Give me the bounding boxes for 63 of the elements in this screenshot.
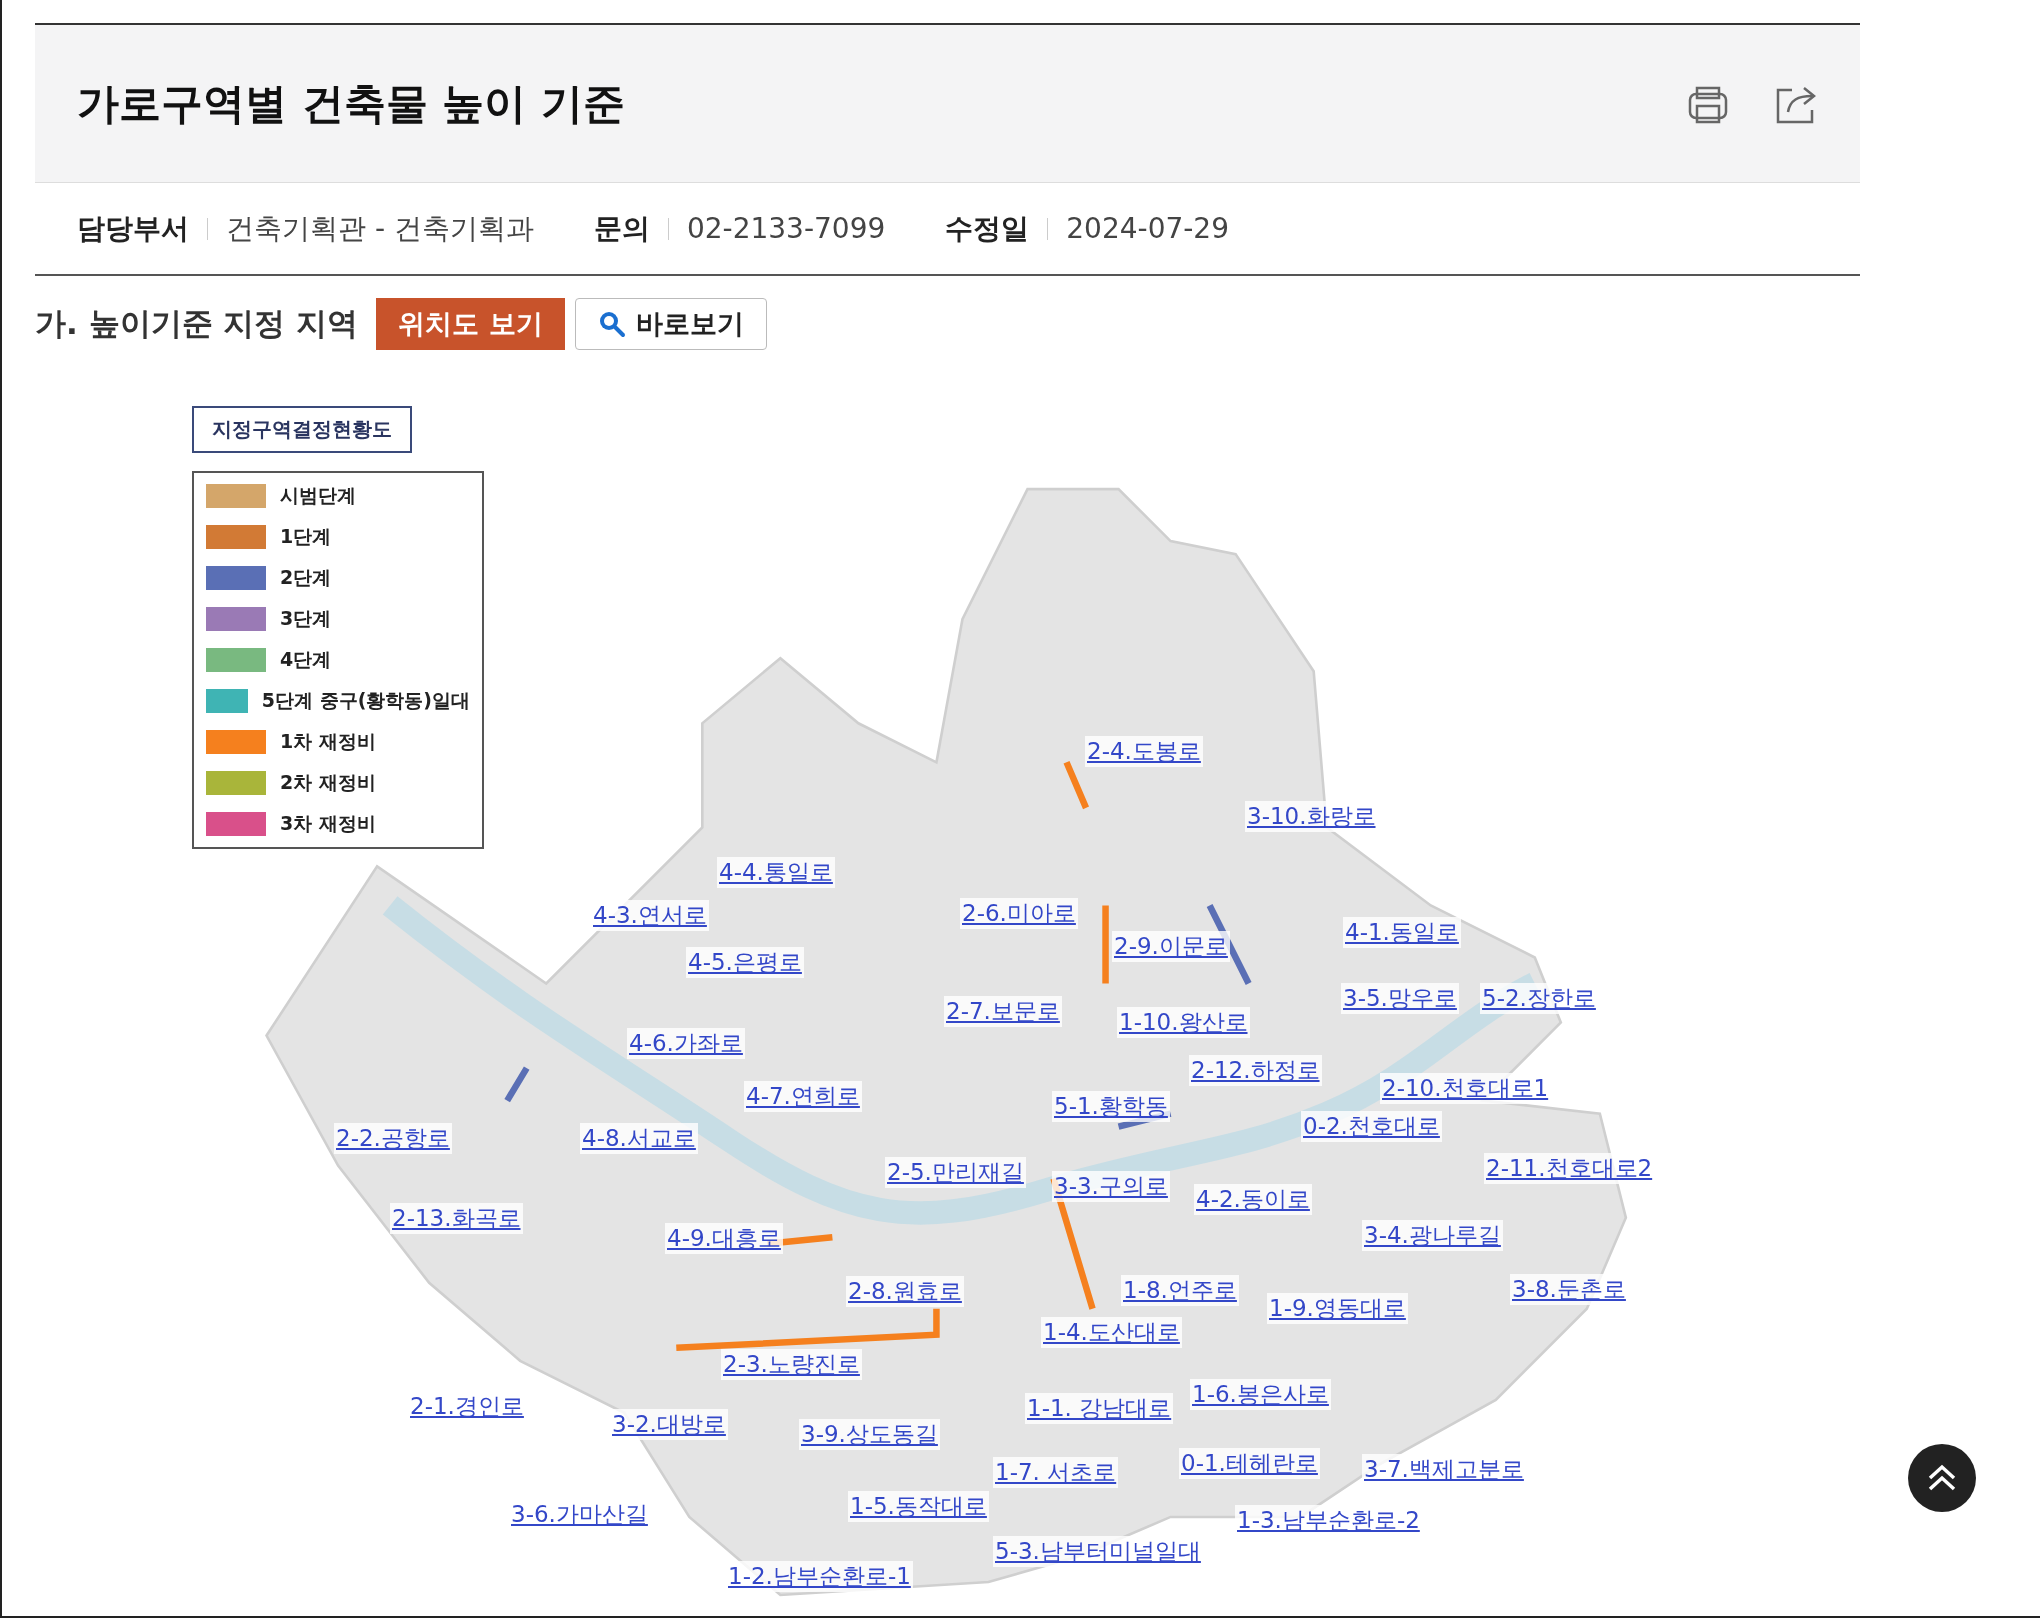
map-link[interactable]: 1-5.동작대로 (848, 1491, 989, 1522)
map-link[interactable]: 4-2.동이로 (1194, 1184, 1312, 1215)
map-link[interactable]: 3-2.대방로 (610, 1409, 728, 1440)
map-link[interactable]: 4-7.연희로 (744, 1081, 862, 1112)
map-link[interactable]: 4-9.대흥로 (665, 1223, 783, 1254)
map-link[interactable]: 4-3.연서로 (591, 900, 709, 931)
map-link[interactable]: 2-4.도봉로 (1085, 736, 1203, 767)
legend-label: 4단계 (280, 647, 332, 672)
legend-label: 3단계 (280, 606, 332, 631)
map-link[interactable]: 2-10.천호대로1 (1380, 1073, 1551, 1104)
map-link[interactable]: 3-5.망우로 (1341, 983, 1459, 1014)
legend-label: 5단계 중구(황학동)일대 (261, 688, 470, 713)
map-link[interactable]: 0-2.천호대로 (1301, 1111, 1442, 1142)
map-link[interactable]: 2-13.화곡로 (390, 1203, 523, 1234)
map-link[interactable]: 5-2.장한로 (1480, 983, 1598, 1014)
section-heading: 가. 높이기준 지정 지역 (35, 304, 359, 343)
map-link[interactable]: 2-7.보문로 (944, 996, 1062, 1027)
map-link[interactable]: 4-6.가좌로 (627, 1028, 745, 1059)
legend-label: 3차 재정비 (280, 811, 376, 836)
info-value: 건축기획관 - 건축기획과 (226, 210, 534, 247)
legend-label: 시범단계 (280, 483, 356, 508)
map-link[interactable]: 2-8.원효로 (846, 1276, 964, 1307)
map-link[interactable]: 1-10.왕산로 (1117, 1007, 1250, 1038)
map-link[interactable]: 2-9.이문로 (1112, 931, 1230, 962)
map-link[interactable]: 3-8.둔촌로 (1510, 1274, 1628, 1305)
map-link[interactable]: 4-4.통일로 (717, 857, 835, 888)
location-map-button[interactable]: 위치도 보기 (376, 298, 565, 350)
map-link[interactable]: 1-1. 강남대로 (1025, 1393, 1174, 1424)
legend-label: 1차 재정비 (280, 729, 376, 754)
map-link[interactable]: 3-10.화랑로 (1245, 801, 1378, 832)
view-button[interactable]: 바로보기 (574, 298, 767, 350)
info-value: 2024-07-29 (1066, 212, 1229, 245)
map-link[interactable]: 2-5.만리재길 (885, 1157, 1026, 1188)
map-link[interactable]: 1-6.봉은사로 (1190, 1379, 1331, 1410)
map-link[interactable]: 1-8.언주로 (1121, 1275, 1239, 1306)
legend-label: 1단계 (280, 524, 332, 549)
map-link[interactable]: 2-3.노량진로 (721, 1349, 862, 1380)
map-link[interactable]: 2-12.하정로 (1189, 1055, 1322, 1086)
map-link[interactable]: 5-1.황학동 (1052, 1091, 1170, 1122)
map-link[interactable]: 0-1.테헤란로 (1179, 1448, 1320, 1479)
legend-title: 지정구역결정현황도 (192, 406, 412, 453)
map-link[interactable]: 3-3.구의로 (1052, 1171, 1170, 1202)
info-label: 문의 (593, 210, 650, 247)
map-link[interactable]: 5-3.남부터미널일대 (993, 1536, 1203, 1567)
map-link[interactable]: 4-8.서교로 (580, 1123, 698, 1154)
legend-label: 2단계 (280, 565, 332, 590)
map-link[interactable]: 1-7. 서초로 (993, 1457, 1119, 1488)
info-value: 02-2133-7099 (686, 212, 886, 245)
legend-label: 2차 재정비 (280, 770, 376, 795)
search-icon (597, 310, 626, 338)
map-link[interactable]: 1-9.영동대로 (1267, 1293, 1408, 1324)
map-link[interactable]: 3-4.광나루길 (1362, 1220, 1503, 1251)
map-link[interactable]: 2-2.공항로 (334, 1123, 452, 1154)
map-link[interactable]: 4-5.은평로 (686, 947, 804, 978)
map-link[interactable]: 4-1.동일로 (1343, 917, 1461, 948)
map-link[interactable]: 1-4.도산대로 (1041, 1317, 1182, 1348)
info-label: 수정일 (945, 210, 1030, 247)
map-link[interactable]: 2-11.천호대로2 (1484, 1153, 1655, 1184)
info-label: 담당부서 (77, 210, 189, 247)
map-link[interactable]: 1-2.남부순환로-1 (726, 1561, 913, 1592)
page-title: 가로구역별 건축물 높이 기준 (77, 77, 626, 130)
map-link[interactable]: 3-9.상도동길 (799, 1419, 940, 1450)
map-link[interactable]: 2-6.미아로 (960, 898, 1078, 929)
